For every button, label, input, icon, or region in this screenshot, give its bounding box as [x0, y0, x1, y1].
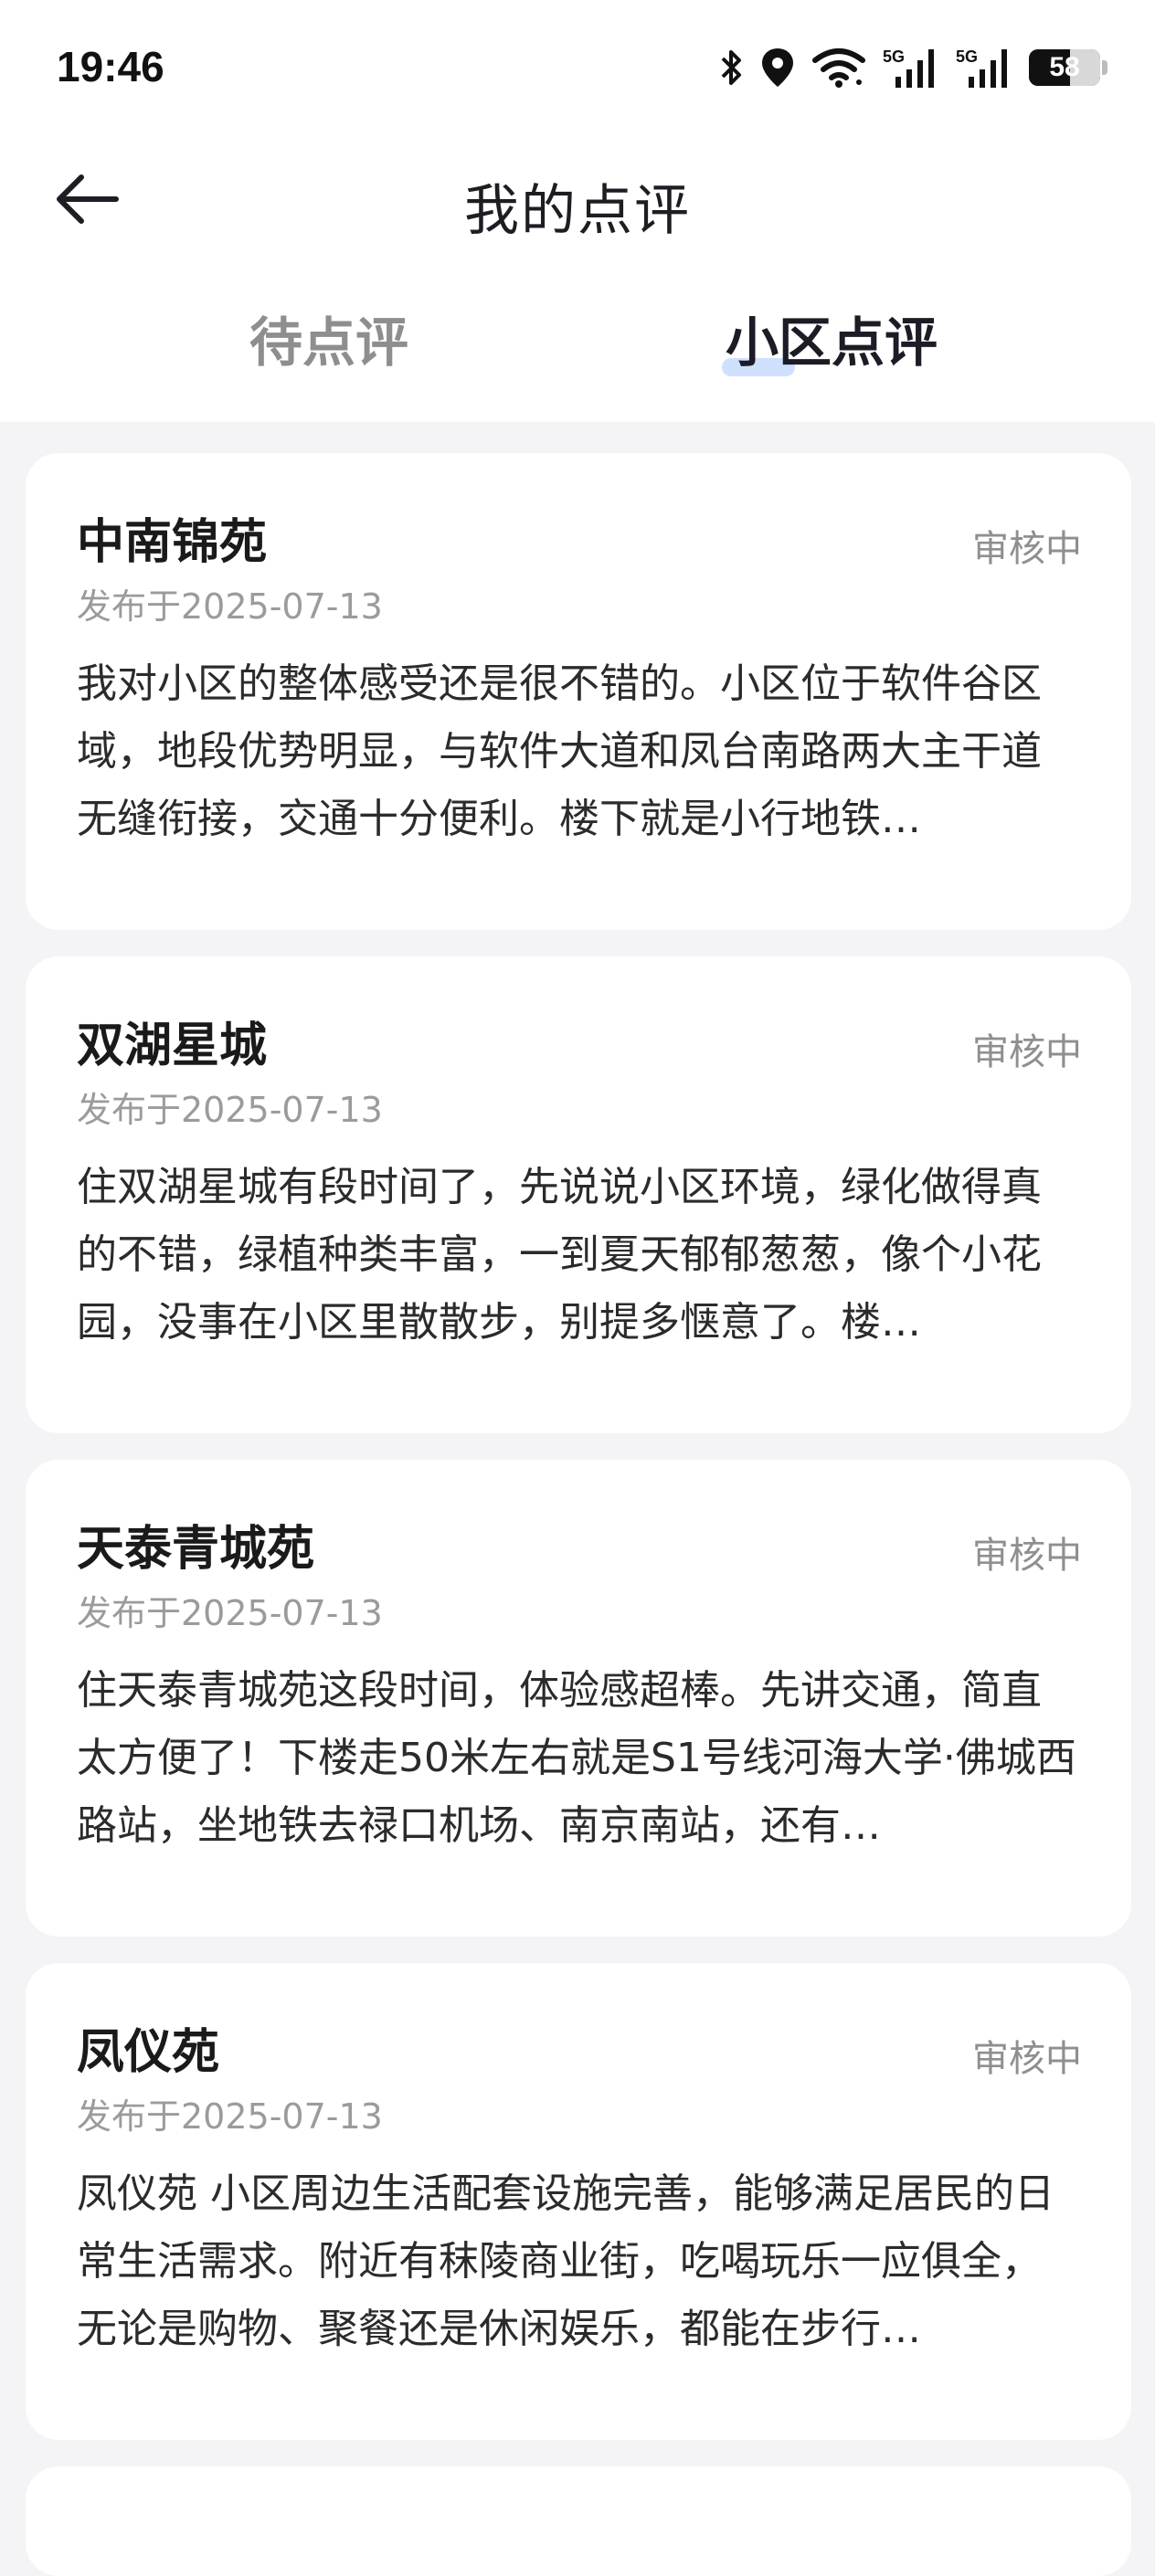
publish-date: 发布于2025-07-13	[77, 2096, 383, 2137]
community-name: 凤仪苑	[77, 2025, 220, 2080]
status-icons: 5G 5G 58	[720, 40, 1107, 95]
location-icon	[760, 47, 795, 89]
review-content: 我对小区的整体感受还是很不错的。小区位于软件谷区域，地段优势明显，与软件大道和凤…	[77, 660, 1042, 842]
battery-icon: 58	[1029, 49, 1107, 86]
community-name: 天泰青城苑	[77, 1522, 315, 1577]
publish-date: 发布于2025-07-13	[77, 1090, 383, 1130]
review-card[interactable]: 天泰青城苑 审核中 发布于2025-07-13 住天泰青城苑这段时间，体验感超棒…	[26, 1460, 1131, 1937]
review-status: 审核中	[972, 528, 1082, 570]
signal-2-label: 5G	[956, 48, 978, 66]
status-time: 19:46	[57, 43, 164, 90]
signal-1-label: 5G	[883, 48, 905, 66]
review-list: 中南锦苑 审核中 发布于2025-07-13 我对小区的整体感受还是很不错的。小…	[26, 453, 1131, 2576]
review-card[interactable]: 中南锦苑 审核中 发布于2025-07-13 我对小区的整体感受还是很不错的。小…	[26, 453, 1131, 930]
wifi-icon	[811, 48, 866, 88]
publish-date: 发布于2025-07-13	[77, 1593, 383, 1633]
review-card[interactable]: 双湖星城 审核中 发布于2025-07-13 住双湖星城有段时间了，先说说小区环…	[26, 956, 1131, 1433]
publish-date: 发布于2025-07-13	[77, 586, 383, 627]
signal-5g-icon: 5G	[883, 46, 939, 90]
review-content: 住双湖星城有段时间了，先说说小区环境，绿化做得真的不错，绿植种类丰富，一到夏天郁…	[77, 1164, 1042, 1346]
signal-5g-icon-2: 5G	[956, 46, 1012, 90]
status-bar: 19:46 5G 5G 58	[0, 0, 1155, 137]
tab-bar: 待点评 小区点评	[0, 292, 1155, 402]
review-card-partial[interactable]	[26, 2466, 1131, 2576]
top-panel: 19:46 5G 5G 58 我的点评 待点评 小区点评	[0, 0, 1155, 422]
review-status: 审核中	[972, 2038, 1082, 2080]
page-title: 我的点评	[464, 179, 691, 243]
review-content: 住天泰青城苑这段时间，体验感超棒。先讲交通，简直太方便了！下楼走50米左右就是S…	[77, 1667, 1076, 1849]
tab-label: 小区点评	[725, 311, 938, 374]
battery-percent: 58	[1049, 52, 1080, 82]
review-content: 凤仪苑 小区周边生活配套设施完善，能够满足居民的日常生活需求。附近有秣陵商业街，…	[77, 2170, 1054, 2352]
nav-header: 我的点评	[0, 137, 1155, 265]
review-status: 审核中	[972, 1031, 1082, 1073]
review-card[interactable]: 凤仪苑 审核中 发布于2025-07-13 凤仪苑 小区周边生活配套设施完善，能…	[26, 1963, 1131, 2440]
community-name: 中南锦苑	[77, 515, 268, 570]
tab-pending-reviews[interactable]: 待点评	[192, 292, 466, 384]
battery-cap	[1102, 60, 1107, 75]
tab-label: 待点评	[249, 311, 408, 374]
bluetooth-icon	[720, 48, 744, 88]
tab-community-reviews[interactable]: 小区点评	[694, 292, 969, 384]
review-status: 审核中	[972, 1535, 1082, 1577]
community-name: 双湖星城	[77, 1019, 268, 1073]
